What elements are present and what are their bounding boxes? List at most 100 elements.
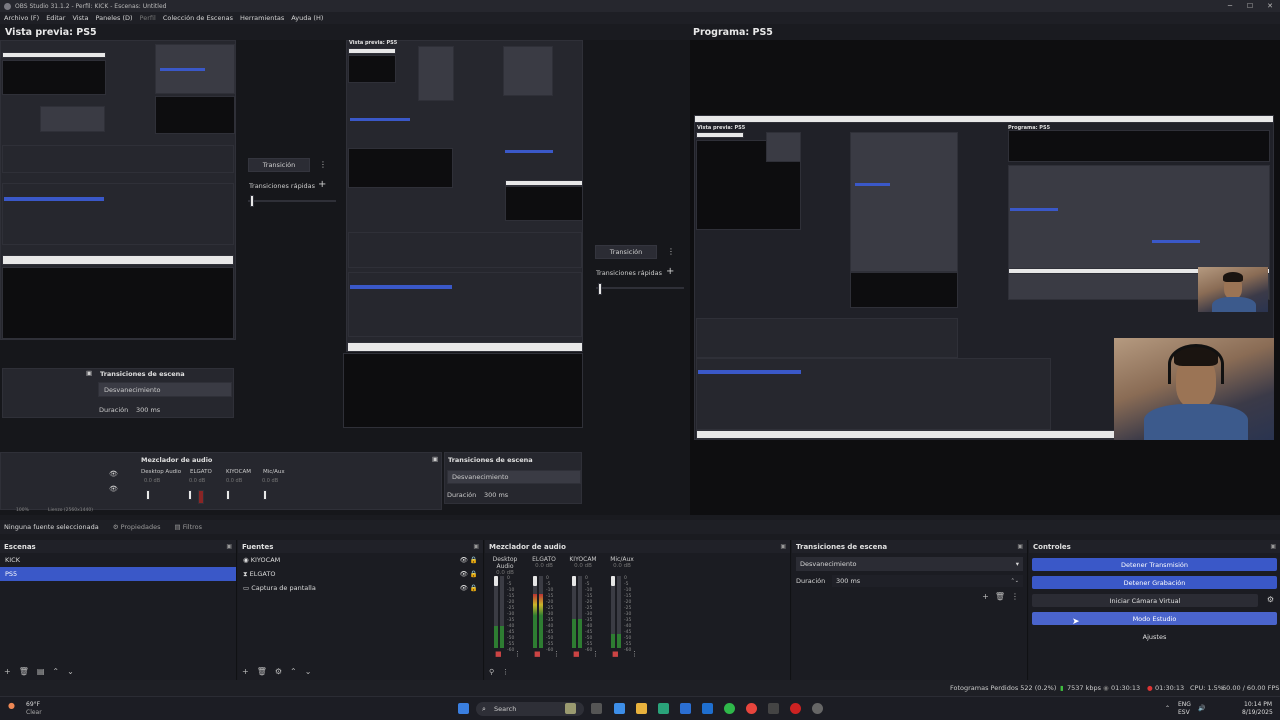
file-explorer-icon[interactable]	[636, 703, 647, 714]
input-lang-1[interactable]: ENG	[1178, 701, 1191, 708]
up-icon[interactable]: ⌃	[290, 667, 297, 676]
mute-icon[interactable]: ■	[573, 650, 580, 658]
trash-icon[interactable]: 🗑	[257, 667, 267, 676]
dock-float-icon[interactable]: ▣	[226, 543, 232, 550]
volume-fader[interactable]	[494, 576, 498, 586]
dock-float-icon[interactable]: ▣	[780, 543, 786, 550]
mute-icon[interactable]: ■	[612, 650, 619, 658]
mute-icon[interactable]: ■	[495, 650, 502, 658]
menu-herramientas[interactable]: Herramientas	[240, 14, 284, 22]
mixer-channel-name: ELGATO	[532, 556, 556, 563]
filter-icon[interactable]: ▤	[37, 667, 45, 676]
start-virtual-camera-button[interactable]: Iniciar Cámara Virtual	[1032, 594, 1258, 607]
eye-icon[interactable]: 👁	[460, 584, 468, 592]
menu-paneles[interactable]: Paneles (D)	[95, 14, 132, 22]
eye-icon[interactable]: 👁	[460, 556, 468, 564]
eye-icon[interactable]: 👁	[460, 570, 468, 578]
source-item[interactable]: ▭ Captura de pantalla 👁 🔒	[238, 581, 483, 595]
menu-vista[interactable]: Vista	[72, 14, 88, 22]
down-icon[interactable]: ⌄	[67, 667, 74, 676]
scene-item-selected[interactable]: PS5	[0, 567, 236, 581]
minimize-icon[interactable]: ─	[1220, 0, 1240, 12]
scene-item[interactable]: KICK	[0, 553, 236, 567]
dock-float-icon[interactable]: ▣	[1270, 543, 1276, 550]
volume-icon[interactable]: 🔊	[1198, 705, 1205, 712]
nested-block	[250, 195, 254, 207]
clock-date[interactable]: 8/19/2025	[1242, 709, 1273, 716]
weather-desc: Clear	[26, 709, 42, 716]
filters-button[interactable]: ▤ Filtros	[174, 523, 202, 531]
search-icon: ⌕	[482, 705, 486, 713]
trash-icon[interactable]: 🗑	[19, 667, 29, 676]
close-icon[interactable]: ✕	[1260, 0, 1280, 12]
trash-icon[interactable]: 🗑	[995, 592, 1005, 601]
menu-coleccion[interactable]: Colección de Escenas	[163, 14, 233, 22]
channel-more-icon[interactable]: ⋮	[514, 650, 521, 658]
maximize-icon[interactable]: ☐	[1240, 0, 1260, 12]
channel-more-icon[interactable]: ⋮	[592, 650, 599, 658]
tray-chevron-icon[interactable]: ⌃	[1165, 705, 1170, 712]
transition-select[interactable]: Desvanecimiento ▾	[796, 557, 1023, 571]
taskbar-app-icon[interactable]	[790, 703, 801, 714]
mixer-channel-name: KIYOCAM	[569, 556, 597, 563]
taskbar-app-icon[interactable]	[680, 703, 691, 714]
menu-editar[interactable]: Editar	[46, 14, 65, 22]
taskbar-app-icon[interactable]	[565, 703, 576, 714]
lock-icon[interactable]: 🔒	[470, 584, 478, 592]
source-item[interactable]: ◉ KIYOCAM 👁 🔒	[238, 553, 483, 567]
source-item[interactable]: ⧗ ELGATO 👁 🔒	[238, 567, 483, 581]
fps: 60.00 / 60.00 FPS	[1222, 684, 1280, 692]
taskbar-app-icon[interactable]	[702, 703, 713, 714]
settings-button[interactable]: Ajustes	[1032, 630, 1277, 643]
weather-temp: 69°F	[26, 701, 41, 708]
link-icon[interactable]: ⚲	[489, 668, 494, 676]
mixer-channel-db: 0.0 dB	[613, 563, 631, 569]
controls-dock: Controles ▣ Detener Transmisión Detener G…	[1029, 540, 1280, 680]
channel-more-icon[interactable]: ⋮	[631, 650, 638, 658]
meter-scale: 0 -5 -10 -15 -20 -25 -30 -35 -40 -45 -50 -55 -60	[507, 576, 514, 654]
clock-time[interactable]: 10:14 PM	[1244, 701, 1272, 708]
input-lang-2[interactable]: ESV	[1178, 709, 1190, 716]
volume-fader[interactable]	[572, 576, 576, 586]
add-icon[interactable]: +	[4, 667, 11, 676]
nested-mixer	[2, 145, 234, 173]
virtual-camera-gear-icon[interactable]: ⚙	[1267, 595, 1274, 604]
more-icon[interactable]: ⋮	[1011, 592, 1019, 601]
mixer-channel-header: ELGATO 0.0 dB	[529, 556, 559, 569]
taskbar-app-icon[interactable]	[658, 703, 669, 714]
studio-mode-button[interactable]: Modo Estudio	[1032, 612, 1277, 625]
down-icon[interactable]: ⌄	[305, 667, 312, 676]
menu-archivo[interactable]: Archivo (F)	[4, 14, 39, 22]
mute-icon[interactable]: ■	[534, 650, 541, 658]
chrome-icon[interactable]	[746, 703, 757, 714]
menu-perfil[interactable]: Perfil	[140, 14, 156, 22]
more-icon[interactable]: ⋮	[502, 668, 509, 676]
duration-spinbox[interactable]: 300 ms ⌃⌄	[832, 575, 1023, 587]
up-icon[interactable]: ⌃	[52, 667, 59, 676]
lock-icon[interactable]: 🔒	[470, 570, 478, 578]
stop-recording-button[interactable]: Detener Grabación	[1032, 576, 1277, 589]
channel-more-icon[interactable]: ⋮	[553, 650, 560, 658]
menu-ayuda[interactable]: Ayuda (H)	[291, 14, 323, 22]
dock-float-icon[interactable]: ▣	[1017, 543, 1023, 550]
preview-canvas[interactable]: Transición ⋮ Transiciones rápidas + Tran…	[0, 40, 690, 515]
dock-float-icon[interactable]: ▣	[473, 543, 479, 550]
taskbar-app-icon[interactable]	[591, 703, 602, 714]
taskbar-app-icon[interactable]	[614, 703, 625, 714]
windows-start-icon[interactable]	[458, 703, 469, 714]
whatsapp-icon[interactable]	[724, 703, 735, 714]
volume-fader[interactable]	[611, 576, 615, 586]
lock-icon[interactable]: 🔒	[470, 556, 478, 564]
add-icon[interactable]: +	[242, 667, 249, 676]
properties-button[interactable]: ⚙ Propiedades	[113, 523, 161, 531]
gear-icon[interactable]: ⚙	[275, 667, 282, 676]
nested-fader	[226, 490, 230, 500]
nested-block	[155, 96, 235, 134]
taskbar-app-icon[interactable]	[768, 703, 779, 714]
transitions-title: Transiciones de escena	[796, 542, 888, 551]
chevron-down-icon: ▾	[1015, 560, 1019, 568]
volume-fader[interactable]	[533, 576, 537, 586]
stop-streaming-button[interactable]: Detener Transmisión	[1032, 558, 1277, 571]
obs-taskbar-icon[interactable]	[812, 703, 823, 714]
add-icon[interactable]: +	[982, 592, 989, 601]
